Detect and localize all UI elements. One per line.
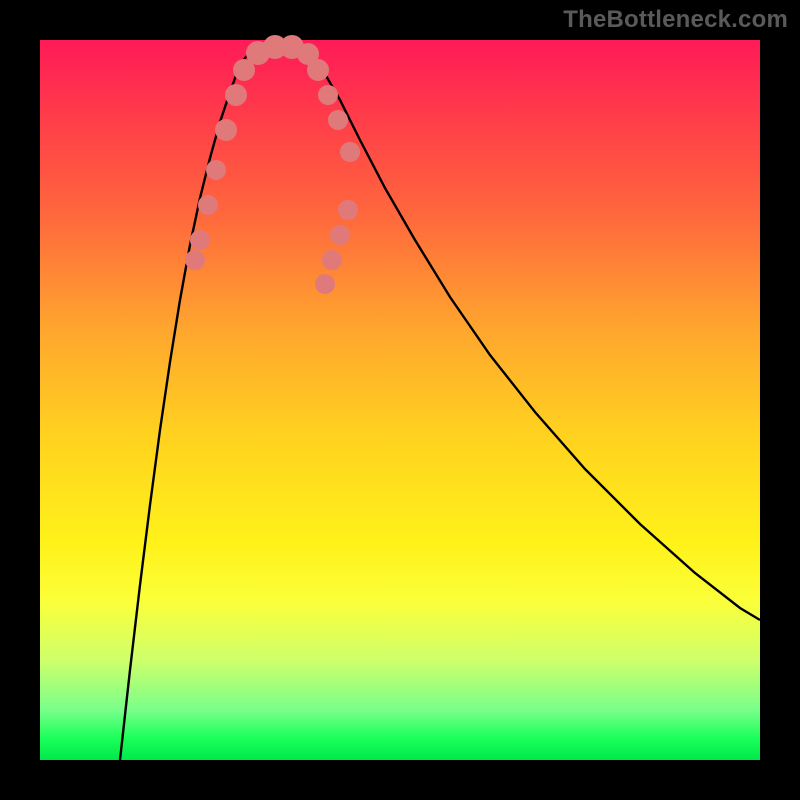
marker-dot — [198, 195, 218, 215]
bottleneck-curve — [120, 42, 760, 760]
plot-area — [40, 40, 760, 760]
chart-frame: TheBottleneck.com — [0, 0, 800, 800]
marker-dot — [315, 274, 335, 294]
marker-dot — [225, 84, 247, 106]
marker-dot — [322, 250, 342, 270]
marker-dot — [318, 85, 338, 105]
marker-dot — [185, 250, 205, 270]
marker-dot — [215, 119, 237, 141]
marker-dot — [338, 200, 358, 220]
marker-dot — [330, 225, 350, 245]
marker-dot — [328, 110, 348, 130]
watermark-text: TheBottleneck.com — [563, 6, 788, 34]
curve-svg — [40, 40, 760, 760]
marker-dot — [307, 59, 329, 81]
marker-dot — [190, 230, 210, 250]
curve-markers — [185, 35, 360, 294]
marker-dot — [340, 142, 360, 162]
marker-dot — [206, 160, 226, 180]
